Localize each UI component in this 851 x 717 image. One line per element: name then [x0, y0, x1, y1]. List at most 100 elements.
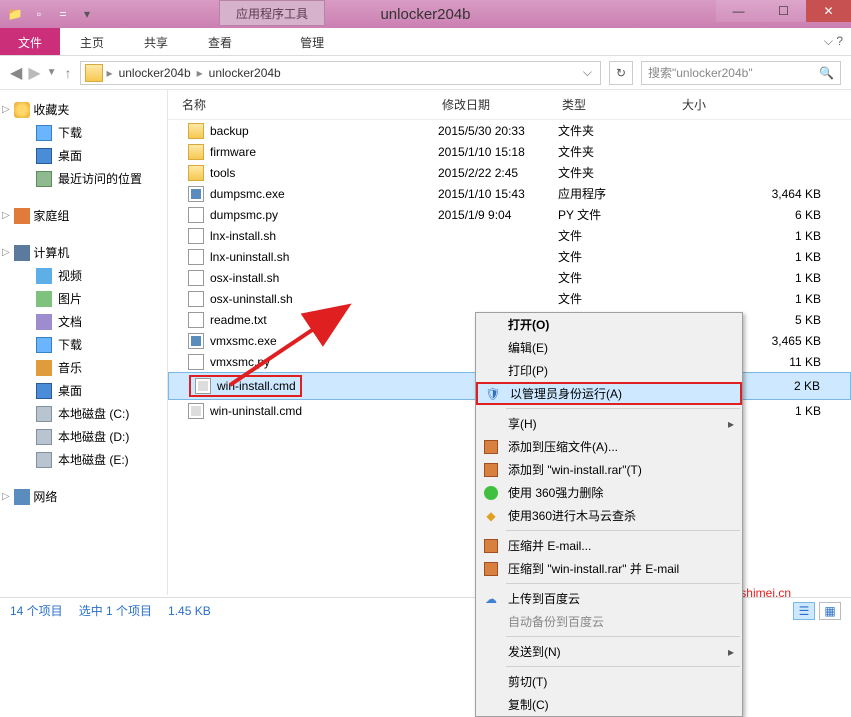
nav-disk-c[interactable]: 本地磁盘 (C:) [0, 402, 167, 425]
eq-icon[interactable]: = [54, 5, 72, 23]
file-row[interactable]: lnx-install.sh文件1 KB [168, 225, 851, 246]
refresh-button[interactable]: ↻ [609, 61, 633, 85]
file-row[interactable]: osx-uninstall.sh文件1 KB [168, 288, 851, 309]
folder-icon [85, 64, 103, 82]
nav-recent[interactable]: 最近访问的位置 [0, 167, 167, 190]
file-name: win-uninstall.cmd [210, 404, 302, 418]
file-icon [188, 270, 204, 286]
file-name: osx-uninstall.sh [210, 292, 293, 306]
forward-button[interactable]: ▶ [28, 63, 40, 83]
trojan-icon: ◆ [482, 507, 500, 525]
file-name: lnx-uninstall.sh [210, 250, 289, 264]
nav-disk-e[interactable]: 本地磁盘 (E:) [0, 448, 167, 471]
rar-icon [482, 438, 500, 456]
disk-icon [36, 406, 52, 422]
window-title: unlocker204b [380, 6, 470, 23]
download-icon [36, 337, 52, 353]
video-icon [36, 268, 52, 284]
nav-documents[interactable]: 文档 [0, 310, 167, 333]
breadcrumb-2[interactable]: unlocker204b [203, 66, 287, 80]
search-input[interactable]: 搜索"unlocker204b" 🔍 [641, 61, 841, 85]
nav-network[interactable]: ▷ 网络 [0, 485, 167, 508]
dd-icon[interactable]: ▾ [78, 5, 96, 23]
tab-manage[interactable]: 管理 [280, 28, 344, 55]
file-size: 1 KB [678, 271, 841, 285]
back-button[interactable]: ◀ [10, 63, 22, 83]
app-tools-contextual-tab: 应用程序工具 [219, 0, 325, 26]
ctx-run-as-admin[interactable]: 🛡以管理员身份运行(A) [476, 382, 742, 405]
props-icon[interactable]: ▫ [30, 5, 48, 23]
ctx-cut[interactable]: 剪切(T) [476, 670, 742, 693]
title-bar: 📁 ▫ = ▾ 应用程序工具 unlocker204b — ☐ ✕ [0, 0, 851, 28]
up-button[interactable]: ↑ [65, 65, 72, 81]
nav-videos[interactable]: 视频 [0, 264, 167, 287]
nav-desktop2[interactable]: 桌面 [0, 379, 167, 402]
desktop-icon [36, 383, 52, 399]
maximize-button[interactable]: ☐ [761, 0, 806, 22]
file-list: 名称 修改日期 类型 大小 backup2015/5/30 20:33文件夹fi… [168, 90, 851, 595]
file-type: 文件 [558, 269, 678, 286]
download-icon [36, 125, 52, 141]
rar-icon [482, 560, 500, 578]
ctx-open[interactable]: 打开(O) [476, 313, 742, 336]
music-icon [36, 360, 52, 376]
ctx-copy[interactable]: 复制(C) [476, 693, 742, 716]
file-name: osx-install.sh [210, 271, 279, 285]
nav-homegroup[interactable]: ▷ 家庭组 [0, 204, 167, 227]
file-row[interactable]: lnx-uninstall.sh文件1 KB [168, 246, 851, 267]
status-size: 1.45 KB [168, 604, 211, 618]
ctx-add-archive[interactable]: 添加到压缩文件(A)... [476, 435, 742, 458]
ctx-add-rar[interactable]: 添加到 "win-install.rar"(T) [476, 458, 742, 481]
nav-desktop[interactable]: 桌面 [0, 144, 167, 167]
view-icons-button[interactable]: ▦ [819, 602, 841, 620]
file-type: 文件夹 [558, 143, 678, 160]
address-dropdown[interactable]: ⌵ [579, 65, 596, 80]
nav-downloads2[interactable]: 下载 [0, 333, 167, 356]
nav-music[interactable]: 音乐 [0, 356, 167, 379]
address-box[interactable]: ▸ unlocker204b ▸ unlocker204b ⌵ [80, 61, 601, 85]
file-row[interactable]: dumpsmc.exe2015/1/10 15:43应用程序3,464 KB [168, 183, 851, 204]
file-icon [188, 228, 204, 244]
tab-share[interactable]: 共享 [124, 28, 188, 55]
file-row[interactable]: osx-install.sh 文件1 KB [168, 267, 851, 288]
file-row[interactable]: dumpsmc.py2015/1/9 9:04PY 文件6 KB [168, 204, 851, 225]
ribbon-expand-icon[interactable]: ⌵ ? [824, 34, 843, 49]
history-dropdown[interactable]: ▼ [47, 67, 57, 78]
ctx-upload-baidu[interactable]: ☁上传到百度云 [476, 587, 742, 610]
nav-downloads[interactable]: 下载 [0, 121, 167, 144]
ctx-360-scan[interactable]: ◆使用360进行木马云查杀 [476, 504, 742, 527]
address-bar: ◀ ▶ ▼ ↑ ▸ unlocker204b ▸ unlocker204b ⌵ … [0, 56, 851, 90]
ctx-compress-email[interactable]: 压缩并 E-mail... [476, 534, 742, 557]
tab-file[interactable]: 文件 [0, 28, 60, 55]
view-details-button[interactable]: ☰ [793, 602, 815, 620]
tab-view[interactable]: 查看 [188, 28, 252, 55]
ctx-print[interactable]: 打印(P) [476, 359, 742, 382]
nav-favorites[interactable]: ▷ 收藏夹 [0, 98, 167, 121]
ctx-send-to[interactable]: 发送到(N)▸ [476, 640, 742, 663]
breadcrumb-1[interactable]: unlocker204b [113, 66, 197, 80]
file-row[interactable]: firmware2015/1/10 15:18文件夹 [168, 141, 851, 162]
column-headers[interactable]: 名称 修改日期 类型 大小 [168, 90, 851, 120]
file-icon [188, 144, 204, 160]
ctx-edit[interactable]: 编辑(E) [476, 336, 742, 359]
file-size: 1 KB [678, 229, 841, 243]
file-row[interactable]: tools2015/2/22 2:45文件夹 [168, 162, 851, 183]
file-row[interactable]: backup2015/5/30 20:33文件夹 [168, 120, 851, 141]
close-button[interactable]: ✕ [806, 0, 851, 22]
minimize-button[interactable]: — [716, 0, 761, 22]
ctx-360-delete[interactable]: 使用 360强力删除 [476, 481, 742, 504]
nav-disk-d[interactable]: 本地磁盘 (D:) [0, 425, 167, 448]
file-type: 文件 [558, 227, 678, 244]
ctx-compress-rar-email[interactable]: 压缩到 "win-install.rar" 并 E-mail [476, 557, 742, 580]
homegroup-icon [14, 208, 30, 224]
file-name: vmxsmc.exe [210, 334, 277, 348]
nav-pictures[interactable]: 图片 [0, 287, 167, 310]
computer-icon [14, 245, 30, 261]
network-icon [14, 489, 30, 505]
nav-computer[interactable]: ▷ 计算机 [0, 241, 167, 264]
file-date: 2015/1/10 15:18 [438, 145, 558, 159]
file-name: dumpsmc.py [210, 208, 278, 222]
ctx-share[interactable]: 享(H)▸ [476, 412, 742, 435]
tab-home[interactable]: 主页 [60, 28, 124, 55]
file-date: 2015/1/10 15:43 [438, 187, 558, 201]
